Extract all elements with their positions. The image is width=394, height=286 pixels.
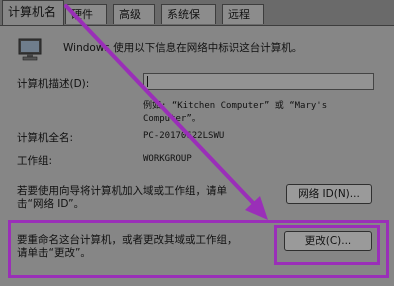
annotation-arrow (64, 4, 268, 220)
